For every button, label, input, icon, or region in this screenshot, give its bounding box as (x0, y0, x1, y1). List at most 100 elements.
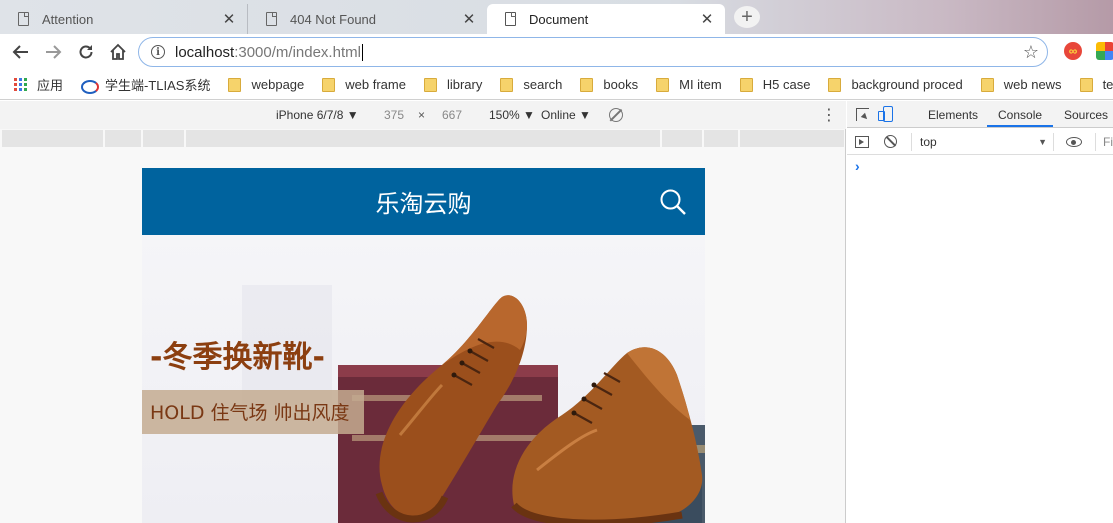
folder-icon (828, 77, 842, 92)
folder-icon (580, 77, 594, 92)
folder-icon (1079, 77, 1093, 92)
close-icon[interactable]: ✕ (699, 10, 715, 28)
console-prompt[interactable]: › (855, 158, 860, 174)
back-arrow-icon (12, 45, 28, 59)
network-value: Online (541, 108, 576, 122)
console-filter-input[interactable]: Fi (1095, 133, 1113, 151)
console-toolbar: top ▼ Fi (847, 129, 1113, 155)
viewport-width[interactable]: 375 (384, 108, 404, 122)
text-caret (361, 43, 363, 61)
context-select[interactable]: top ▼ (911, 133, 1054, 151)
tab-title: 404 Not Found (290, 11, 377, 27)
app-header: 乐淘云购 (142, 168, 705, 235)
forward-arrow-icon (46, 45, 62, 59)
folder-icon (656, 77, 670, 92)
clear-console-icon[interactable] (884, 135, 897, 148)
url-path: :3000/m/index.html (234, 43, 361, 61)
bookmark-label: background proced (851, 77, 963, 92)
bookmark-folder-background[interactable]: background proced (828, 77, 963, 92)
back-button[interactable] (9, 40, 33, 64)
info-icon[interactable]: i (151, 45, 165, 59)
folder-icon (228, 77, 242, 92)
close-icon[interactable]: ✕ (461, 10, 477, 28)
document-icon (266, 12, 277, 26)
network-throttle-select[interactable]: Online ▼ (541, 108, 591, 122)
new-tab-button[interactable]: + (734, 6, 760, 28)
show-sidebar-icon[interactable] (855, 136, 869, 148)
banner-image[interactable]: -冬季换新靴- HOLD 住气场 帅出风度 (142, 235, 705, 523)
zoom-value: 150% (489, 108, 520, 122)
close-icon[interactable]: ✕ (221, 10, 237, 28)
bookmark-folder-h5-case[interactable]: H5 case (739, 77, 811, 92)
device-emulation-area: iPhone 6/7/8 ▼ 375 × 667 150% ▼ Online ▼… (0, 101, 846, 523)
bookmark-apps[interactable]: 应用 (14, 75, 63, 94)
device-toolbar: iPhone 6/7/8 ▼ 375 × 667 150% ▼ Online ▼… (0, 101, 846, 129)
bookmark-folder-temp[interactable]: temp (1079, 77, 1113, 92)
bookmark-folder-web-frame[interactable]: web frame (322, 77, 406, 92)
folder-icon (980, 77, 994, 92)
mobile-viewport: 乐淘云购 -冬季换新靴- HOLD 住气场 帅出风度 (142, 168, 705, 523)
extension-infinity-icon[interactable]: ∞ (1064, 42, 1082, 60)
reload-icon (79, 45, 93, 59)
bookmark-label: webpage (251, 77, 305, 92)
tab-404-not-found[interactable]: 404 Not Found ✕ (247, 4, 487, 34)
bookmark-folder-mi-item[interactable]: MI item (656, 77, 722, 92)
tab-console[interactable]: Console (998, 108, 1042, 122)
apps-grid-icon (14, 77, 28, 92)
bookmark-label: H5 case (762, 77, 811, 92)
document-icon (18, 12, 29, 26)
bookmark-folder-search[interactable]: search (500, 77, 562, 92)
banner-headline: -冬季换新靴- (150, 340, 325, 375)
zoom-select[interactable]: 150% ▼ (489, 108, 535, 122)
tab-attention[interactable]: Attention ✕ (0, 4, 247, 34)
bookmark-folder-web-news[interactable]: web news (980, 77, 1062, 92)
folder-icon (739, 77, 753, 92)
dimension-separator: × (418, 108, 426, 122)
search-icon[interactable] (659, 188, 687, 216)
folder-icon (423, 77, 437, 92)
bookmark-tlias[interactable]: 学生端-TLIAS系统 (81, 75, 210, 94)
home-button[interactable] (106, 40, 130, 64)
viewport-height[interactable]: 667 (442, 108, 462, 122)
media-query-ruler[interactable] (0, 130, 846, 147)
folder-icon (500, 77, 514, 92)
bookmark-label: web frame (345, 77, 406, 92)
inspect-element-icon[interactable] (856, 108, 869, 121)
bookmark-label: 应用 (37, 78, 64, 93)
bookmark-label: library (446, 77, 483, 92)
tab-document[interactable]: Document ✕ (487, 4, 725, 34)
bookmark-label: 学生端-TLIAS系统 (105, 78, 211, 93)
bookmark-folder-library[interactable]: library (423, 77, 483, 92)
forward-button[interactable] (41, 40, 65, 64)
address-bar[interactable]: i localhost:3000/m/index.html ☆ (138, 37, 1048, 67)
url-host: localhost (175, 43, 235, 61)
bookmarks-bar: 应用 学生端-TLIAS系统 webpage web frame library… (0, 70, 1113, 100)
bookmark-star-icon[interactable]: ☆ (1023, 42, 1039, 63)
device-name: iPhone 6/7/8 (276, 108, 344, 122)
devtools-panel: Elements Console Sources top ▼ Fi › (847, 101, 1113, 523)
eye-icon[interactable] (1066, 137, 1082, 147)
app-title: 乐淘云购 (375, 190, 472, 218)
tab-title: Document (529, 11, 589, 27)
device-select[interactable]: iPhone 6/7/8 ▼ (276, 108, 359, 122)
bookmark-label: web news (1003, 77, 1062, 92)
tlias-logo-icon (81, 78, 100, 94)
bookmark-folder-books[interactable]: books (580, 77, 638, 92)
reload-button[interactable] (74, 40, 98, 64)
more-options-icon[interactable]: ⋮ (821, 105, 837, 125)
browser-tab-strip: Attention ✕ 404 Not Found ✕ Document ✕ + (0, 0, 1113, 34)
extension-colorful-icon[interactable] (1096, 42, 1113, 60)
tab-title: Attention (42, 11, 94, 27)
context-value: top (920, 135, 937, 149)
document-icon (505, 12, 516, 26)
bookmark-label: temp (1102, 77, 1113, 92)
rotate-disabled-icon[interactable] (609, 108, 623, 122)
device-toggle-icon[interactable] (878, 106, 893, 122)
tab-elements[interactable]: Elements (928, 108, 978, 122)
browser-toolbar: i localhost:3000/m/index.html ☆ ∞ (0, 34, 1113, 70)
boots-illustration: -冬季换新靴- HOLD 住气场 帅出风度 (142, 285, 705, 523)
bookmark-folder-webpage[interactable]: webpage (228, 77, 304, 92)
devtools-tab-bar: Elements Console Sources (847, 101, 1113, 128)
tab-sources[interactable]: Sources (1064, 108, 1108, 122)
banner-tagline: HOLD 住气场 帅出风度 (150, 402, 350, 424)
